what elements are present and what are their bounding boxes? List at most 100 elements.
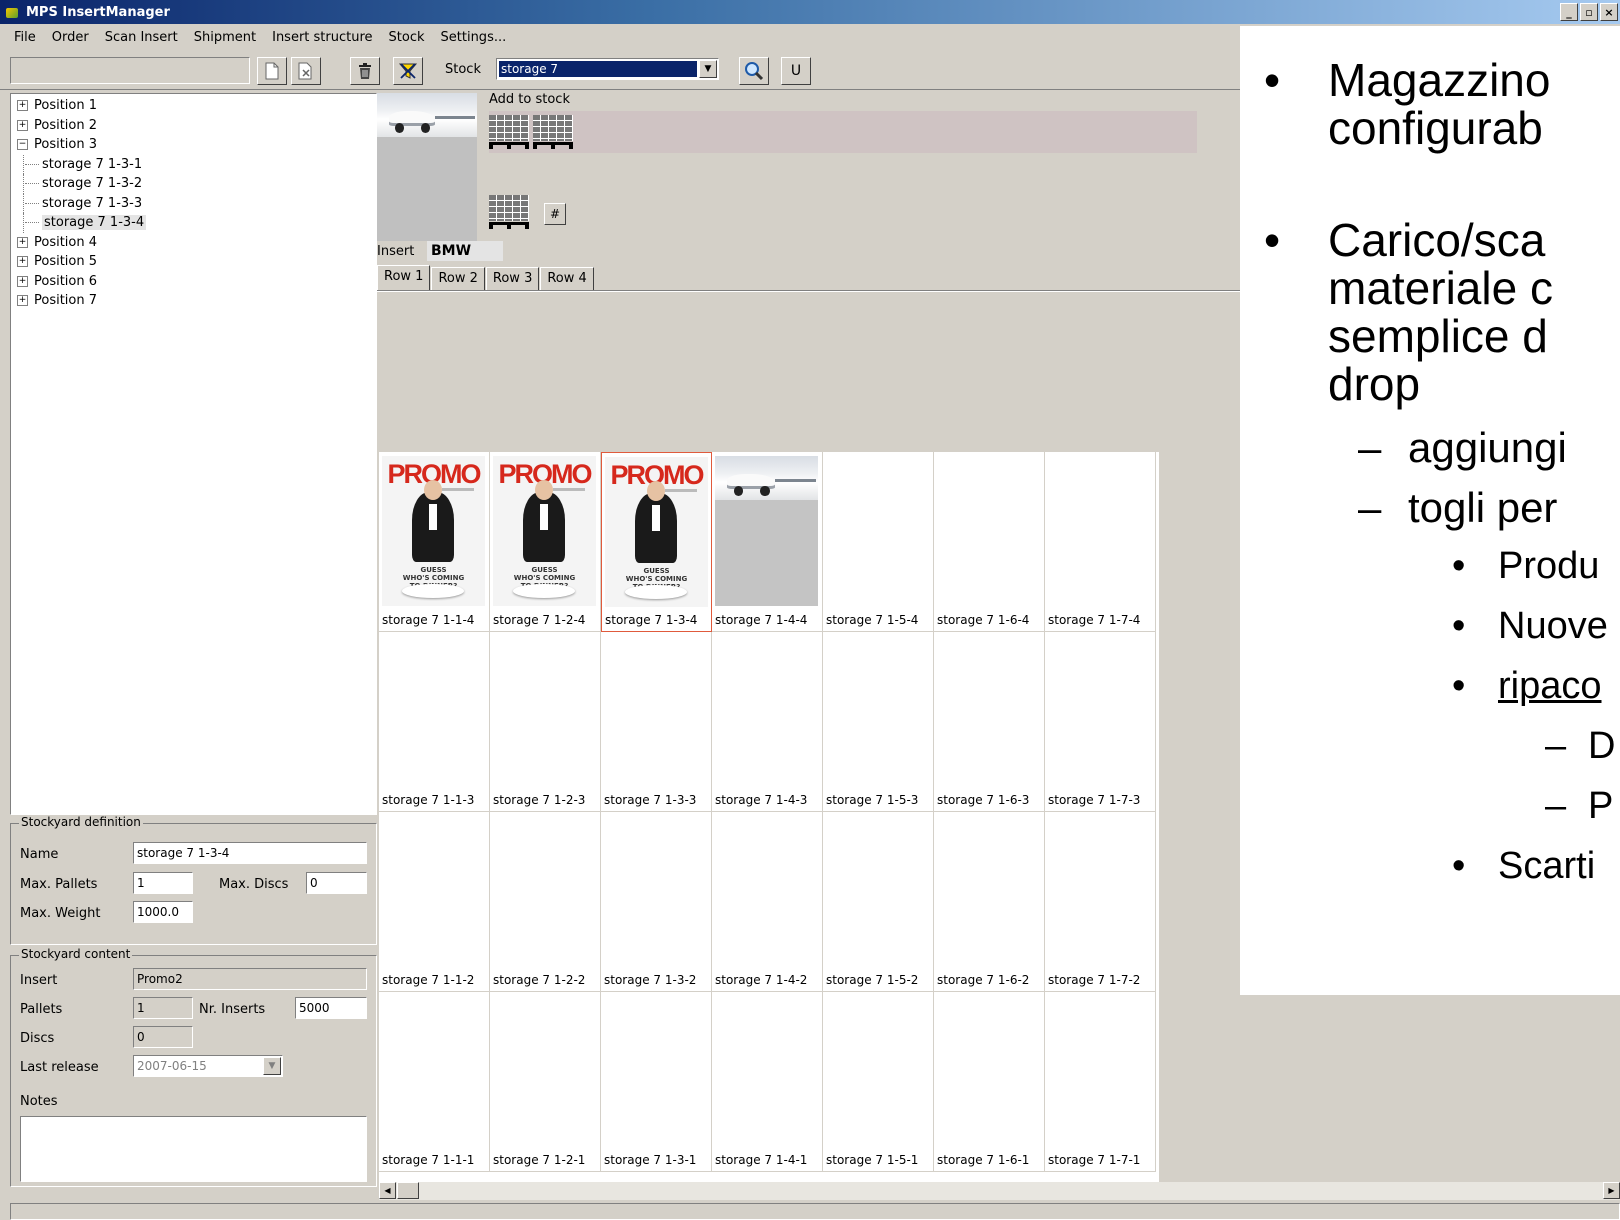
storage-cell[interactable]: storage 7 1-6-4 [934,452,1045,632]
storage-cell[interactable]: storage 7 1-7-4 [1045,452,1156,632]
expand-icon[interactable]: + [17,295,28,307]
stock-select-value: storage 7 [499,61,697,77]
storage-cell[interactable]: storage 7 1-1-3 [379,632,490,812]
count-button[interactable]: # [544,203,566,225]
storage-cell[interactable]: storage 7 1-4-4 [712,452,823,632]
storage-cell[interactable]: PROMOGUESSWHO'S COMINGTO DINNER? storage … [601,452,712,632]
notes-textarea[interactable] [20,1116,367,1182]
pallet-thumbnail[interactable] [715,456,818,606]
slide-text-line: D [1588,725,1616,767]
add-to-stock-dropzone[interactable] [489,111,1197,153]
delete-document-button[interactable] [291,57,321,85]
maximize-button[interactable]: ▫ [1580,3,1598,21]
storage-cell[interactable]: PROMOGUESSWHO'S COMINGTO DINNER? storage … [490,452,601,632]
stock-select[interactable]: storage 7 ▼ [496,58,719,80]
horizontal-scrollbar[interactable]: ◀ ▶ [379,1182,1620,1200]
max-discs-label: Max. Discs [219,877,289,892]
storage-cell[interactable]: storage 7 1-6-1 [934,992,1045,1172]
tab-row-3[interactable]: Row 3 [485,267,540,291]
tree-item-position[interactable]: + Position 1 [11,96,376,116]
tree-item-position[interactable]: + Position 2 [11,116,376,136]
expand-icon[interactable]: + [17,275,28,287]
storage-cell[interactable]: storage 7 1-2-3 [490,632,601,812]
storage-cell[interactable]: storage 7 1-3-3 [601,632,712,812]
minimize-button[interactable]: _ [1560,3,1578,21]
storage-cell[interactable]: storage 7 1-4-3 [712,632,823,812]
pallet-thumbnail[interactable]: PROMOGUESSWHO'S COMINGTO DINNER? [493,456,596,606]
tab-row-1[interactable]: Row 1 [377,265,431,291]
storage-cell[interactable]: storage 7 1-5-1 [823,992,934,1172]
storage-cell[interactable]: storage 7 1-5-4 [823,452,934,632]
close-button[interactable]: × [1600,3,1618,21]
tree-item-storage[interactable]: storage 7 1-3-1 [11,154,376,175]
max-discs-field[interactable]: 0 [306,872,367,894]
tab-row-2[interactable]: Row 2 [431,267,485,291]
storage-cell[interactable]: PROMOGUESSWHO'S COMINGTO DINNER? storage … [379,452,490,632]
scroll-left-button[interactable]: ◀ [379,1182,396,1199]
slide-bullet: • [1264,54,1281,106]
storage-cell[interactable]: storage 7 1-6-3 [934,632,1045,812]
expand-icon[interactable]: + [17,256,28,268]
last-release-combo[interactable]: 2007-06-15 ▼ [133,1055,283,1077]
storage-cell[interactable]: storage 7 1-7-1 [1045,992,1156,1172]
scroll-right-button[interactable]: ▶ [1603,1182,1620,1199]
scroll-thumb[interactable] [397,1182,419,1199]
tree-item-position[interactable]: + Position 6 [11,272,376,292]
menu-scan-insert[interactable]: Scan Insert [97,30,186,45]
storage-cell[interactable]: storage 7 1-1-2 [379,812,490,992]
storage-cell[interactable]: storage 7 1-4-2 [712,812,823,992]
storage-cell[interactable]: storage 7 1-4-1 [712,992,823,1172]
tree-item-position[interactable]: − Position 3 [11,135,376,155]
max-weight-field[interactable]: 1000.0 [133,901,193,923]
menu-insert-structure[interactable]: Insert structure [264,30,380,45]
chevron-down-icon[interactable]: ▼ [263,1057,281,1075]
expand-icon[interactable]: + [17,100,28,112]
expand-icon[interactable]: + [17,236,28,248]
nr-inserts-field[interactable]: 5000 [295,997,367,1019]
pallet-thumbnail[interactable]: PROMOGUESSWHO'S COMINGTO DINNER? [382,456,485,606]
tree-connector [25,163,39,165]
row-tabs: Row 1 Row 2 Row 3 Row 4 [377,265,595,291]
new-document-button[interactable] [257,57,287,85]
menu-stock[interactable]: Stock [381,30,433,45]
tree-item-position[interactable]: + Position 5 [11,252,376,272]
chevron-down-icon[interactable]: ▼ [699,60,717,78]
expand-icon[interactable]: + [17,119,28,131]
storage-cell[interactable]: storage 7 1-2-1 [490,992,601,1172]
menu-order[interactable]: Order [44,30,97,45]
pallet-icon[interactable] [489,115,529,149]
name-field[interactable]: storage 7 1-3-4 [133,842,367,864]
collapse-icon[interactable]: − [17,139,28,151]
u-button[interactable]: U [781,57,811,85]
slide-bullet: • [1452,665,1466,707]
tree-item-storage[interactable]: storage 7 1-3-4 [11,213,376,233]
storage-cell[interactable]: storage 7 1-3-1 [601,992,712,1172]
position-tree[interactable]: + Position 1 + Position 2− Position 3 storage… [10,93,377,815]
pallet-thumbnail[interactable]: PROMOGUESSWHO'S COMINGTO DINNER? [605,457,708,607]
storage-cell[interactable]: storage 7 1-2-2 [490,812,601,992]
pallet-icon[interactable] [533,115,573,149]
tree-item-position[interactable]: + Position 4 [11,233,376,253]
single-pallet-icon[interactable] [489,195,529,229]
search-button[interactable] [739,57,769,85]
tree-item-storage[interactable]: storage 7 1-3-3 [11,193,376,214]
storage-cell[interactable]: storage 7 1-5-2 [823,812,934,992]
group-title: Stockyard content [19,947,133,961]
tab-row-4[interactable]: Row 4 [540,267,594,291]
plate-shape [402,584,464,598]
tree-item-storage[interactable]: storage 7 1-3-2 [11,174,376,194]
plate-shape [625,585,687,599]
tree-item-position[interactable]: + Position 7 [11,291,376,311]
storage-cell[interactable]: storage 7 1-3-2 [601,812,712,992]
storage-cell[interactable]: storage 7 1-1-1 [379,992,490,1172]
storage-cell[interactable]: storage 7 1-7-2 [1045,812,1156,992]
max-pallets-field[interactable]: 1 [133,872,193,894]
menu-file[interactable]: File [6,30,44,45]
clear-filter-button[interactable] [393,57,423,85]
storage-cell[interactable]: storage 7 1-7-3 [1045,632,1156,812]
storage-cell[interactable]: storage 7 1-6-2 [934,812,1045,992]
storage-cell[interactable]: storage 7 1-5-3 [823,632,934,812]
menu-shipment[interactable]: Shipment [186,30,264,45]
trash-button[interactable] [350,57,380,85]
menu-settings[interactable]: Settings... [433,30,515,45]
